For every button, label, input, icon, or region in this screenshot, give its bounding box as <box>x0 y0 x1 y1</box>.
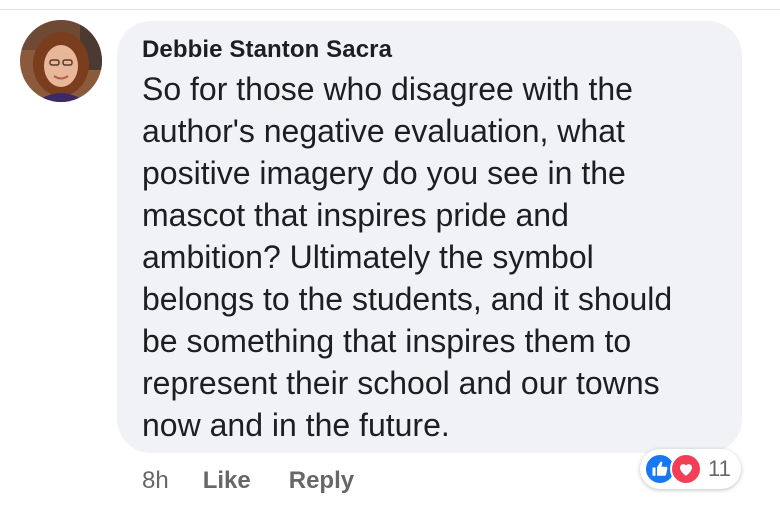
avatar-photo <box>20 20 102 102</box>
comment-line: be something that inspires them to <box>142 323 632 359</box>
comment-author[interactable]: Debbie Stanton Sacra <box>142 36 722 64</box>
comment-line: positive imagery do you see in the <box>142 155 626 191</box>
top-divider <box>0 9 780 10</box>
reaction-summary[interactable]: 11 <box>640 449 741 489</box>
avatar[interactable] <box>20 20 102 102</box>
reaction-count: 11 <box>708 456 731 481</box>
reply-button[interactable]: Reply <box>289 466 354 496</box>
comment-line: ambition? Ultimately the symbol <box>142 239 594 275</box>
comment-line: So for those who disagree with the <box>142 71 633 107</box>
like-button[interactable]: Like <box>203 466 251 496</box>
comment-bubble: Debbie Stanton Sacra So for those who di… <box>117 21 742 453</box>
comment-line: mascot that inspires pride and <box>142 197 569 233</box>
love-icon <box>670 453 702 485</box>
comment-line: author's negative evaluation, what <box>142 113 625 149</box>
comment-timestamp[interactable]: 8h <box>142 466 169 496</box>
comment-actions: 8h Like Reply <box>142 466 392 496</box>
comment-line: represent their school and our towns <box>142 365 660 401</box>
comment-text: So for those who disagree with the autho… <box>142 68 732 446</box>
comment-line: belongs to the students, and it should <box>142 281 673 317</box>
comment-line: now and in the future. <box>142 407 450 443</box>
